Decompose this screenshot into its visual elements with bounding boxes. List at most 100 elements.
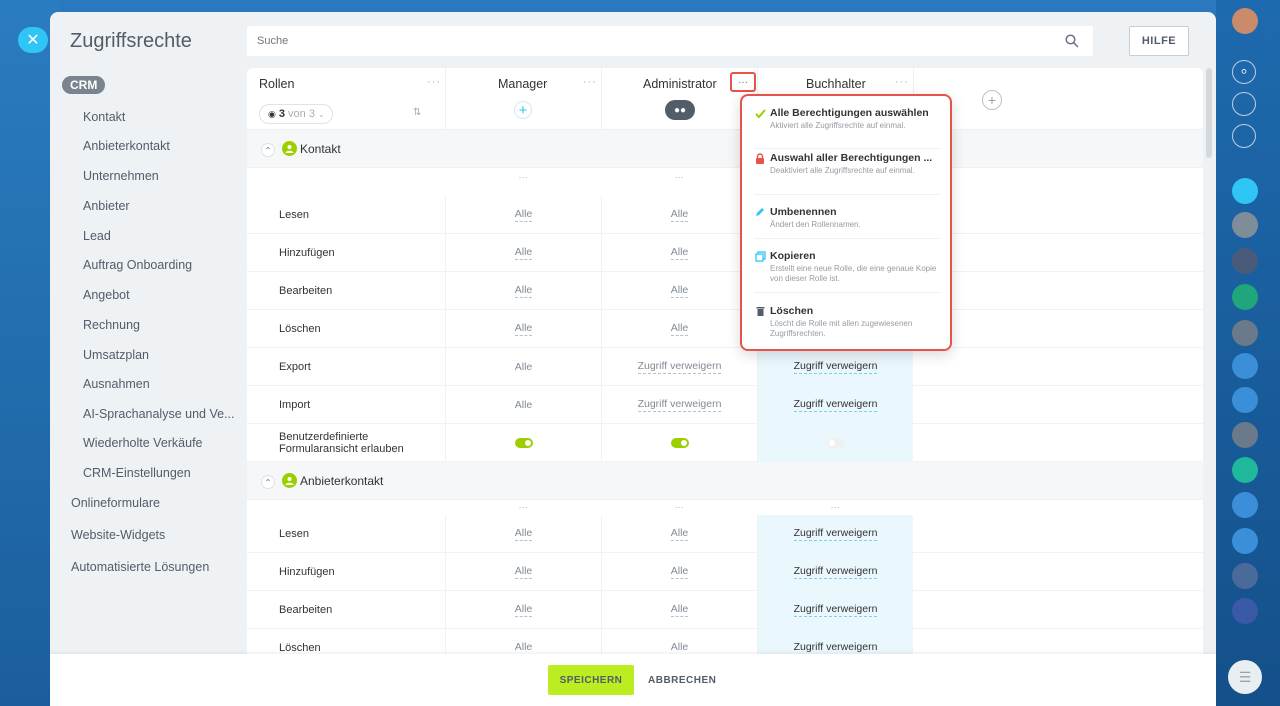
sidebar-item-website-widgets[interactable]: Website-Widgets	[71, 528, 165, 542]
search-chat-icon[interactable]	[1232, 124, 1256, 148]
chat-avatar[interactable]	[1232, 320, 1258, 346]
manager-section-dots[interactable]: ···	[445, 172, 601, 182]
permission-cell[interactable]: Zugriff verweigern	[757, 348, 913, 386]
sidebar-item-kontakt[interactable]: Kontakt	[83, 110, 125, 124]
table-row: Import Alle Zugriff verweigern Zugriff v…	[247, 386, 1203, 424]
permission-cell[interactable]: Zugriff verweigern	[757, 386, 913, 424]
buchhalter-section-dots[interactable]: ···	[757, 502, 913, 512]
close-icon[interactable]: ✕	[18, 27, 48, 53]
chat-avatar[interactable]	[1232, 353, 1258, 379]
administrator-menu-dots[interactable]: ···	[730, 72, 756, 92]
manager-menu-dots[interactable]: ···	[583, 76, 597, 88]
sidebar-item-auftrag-onboarding[interactable]: Auftrag Onboarding	[83, 258, 192, 272]
permission-cell[interactable]: Alle	[601, 591, 757, 629]
chevron-up-icon[interactable]: ⌃	[261, 475, 275, 489]
permission-cell[interactable]: Alle	[601, 553, 757, 591]
sidebar-item-ausnahmen[interactable]: Ausnahmen	[83, 377, 150, 391]
permission-cell[interactable]: Alle	[445, 553, 601, 591]
sidebar-item-angebot[interactable]: Angebot	[83, 288, 130, 302]
chat-avatar[interactable]	[1232, 457, 1258, 483]
chat-avatar[interactable]	[1232, 563, 1258, 589]
permission-cell[interactable]: Alle	[445, 591, 601, 629]
chevron-up-icon[interactable]: ⌃	[261, 143, 275, 157]
permission-cell[interactable]: Alle	[445, 515, 601, 553]
sidebar-item-rechnung[interactable]: Rechnung	[83, 318, 140, 332]
menu-item-select-all[interactable]: Alle Berechtigungen auswählen Aktiviert …	[754, 107, 940, 139]
sort-icon[interactable]: ⇅	[413, 107, 421, 118]
role-column-administrator[interactable]: Administrator	[643, 77, 717, 91]
target-icon[interactable]	[1232, 92, 1256, 116]
permission-cell[interactable]: Alle	[445, 234, 601, 272]
sidebar-item-lead[interactable]: Lead	[83, 229, 111, 243]
menu-item-rename[interactable]: Umbenennen Ändert den Rollennamen.	[754, 206, 940, 230]
bell-icon[interactable]: ⚪	[1232, 60, 1256, 84]
permission-cell[interactable]: Alle	[601, 196, 757, 234]
chat-avatar[interactable]	[1232, 284, 1258, 310]
toggle-switch-on[interactable]	[670, 438, 689, 448]
permission-cell[interactable]: Alle	[601, 515, 757, 553]
chat-avatar[interactable]	[1232, 598, 1258, 624]
help-button[interactable]: HILFE	[1129, 26, 1189, 56]
lock-icon	[754, 152, 766, 164]
manager-section-dots[interactable]: ···	[445, 502, 601, 512]
sidebar-item-crm[interactable]: CRM	[62, 76, 106, 94]
user-avatar[interactable]	[1232, 8, 1258, 34]
cancel-button[interactable]: ABBRECHEN	[642, 665, 722, 695]
permission-cell[interactable]: Alle	[445, 310, 601, 348]
table-row: Export Alle Zugriff verweigern Zugriff v…	[247, 348, 1203, 386]
chat-avatar[interactable]	[1232, 178, 1258, 204]
permission-cell[interactable]: Zugriff verweigern	[757, 553, 913, 591]
sidebar-item-crm-einstellungen[interactable]: CRM-Einstellungen	[83, 466, 191, 480]
permission-cell[interactable]: Alle	[601, 234, 757, 272]
role-column-manager[interactable]: Manager	[498, 77, 547, 91]
search-input[interactable]	[247, 26, 1047, 56]
save-button[interactable]: SPEICHERN	[548, 665, 634, 695]
sidebar-item-unternehmen[interactable]: Unternehmen	[83, 169, 159, 183]
role-column-buchhalter[interactable]: Buchhalter	[806, 77, 866, 91]
role-count-selector[interactable]: ◉ 3 von 3 ⌄	[259, 104, 333, 124]
search-icon[interactable]	[1065, 34, 1079, 48]
table-row: Benutzerdefinierte Formularansicht erlau…	[247, 424, 1203, 462]
menu-item-deselect-all[interactable]: Auswahl aller Berechtigungen ... Deaktiv…	[754, 152, 940, 186]
chat-avatar[interactable]	[1232, 387, 1258, 413]
permission-cell[interactable]: Alle	[445, 272, 601, 310]
roles-menu-dots[interactable]: ···	[427, 76, 441, 88]
add-member-button[interactable]: +	[514, 101, 532, 119]
chat-avatar[interactable]	[1232, 492, 1258, 518]
permission-label: Hinzufügen	[279, 247, 335, 259]
chat-avatar[interactable]	[1232, 422, 1258, 448]
chat-avatar[interactable]	[1232, 212, 1258, 238]
table-row: Bearbeiten Alle Alle Zugriff verweigern	[247, 591, 1203, 629]
menu-item-description: Erstellt eine neue Rolle, die eine genau…	[770, 264, 937, 283]
sidebar-item-anbieterkontakt[interactable]: Anbieterkontakt	[83, 139, 170, 153]
toggle-switch-off[interactable]	[826, 438, 845, 448]
sidebar-item-onlineformulare[interactable]: Onlineformulare	[71, 496, 160, 510]
permission-cell[interactable]: Zugriff verweigern	[757, 515, 913, 553]
toggle-switch-on[interactable]	[514, 438, 533, 448]
sidebar-item-wiederholte-verkaeufe[interactable]: Wiederholte Verkäufe	[83, 436, 203, 450]
sidebar-item-ai-sprachanalyse[interactable]: AI-Sprachanalyse und Ve...	[83, 407, 234, 421]
buchhalter-menu-dots[interactable]: ···	[895, 76, 909, 88]
permission-cell[interactable]: Zugriff verweigern	[601, 386, 757, 424]
permission-cell[interactable]: Alle	[445, 386, 601, 424]
member-avatars[interactable]: ●●	[665, 100, 695, 120]
sidebar-item-umsatzplan[interactable]: Umsatzplan	[83, 348, 149, 362]
permission-cell[interactable]: Zugriff verweigern	[757, 591, 913, 629]
permission-cell[interactable]: Alle	[601, 310, 757, 348]
add-role-button[interactable]: +	[982, 90, 1002, 110]
permission-cell[interactable]: Zugriff verweigern	[601, 348, 757, 386]
table-row: Löschen Alle Alle	[247, 310, 1203, 348]
permission-cell[interactable]: Alle	[601, 272, 757, 310]
sidebar-item-anbieter[interactable]: Anbieter	[83, 199, 130, 213]
scrollbar[interactable]	[1206, 68, 1212, 158]
sidebar-item-automatisierte-loesungen[interactable]: Automatisierte Lösungen	[71, 560, 209, 574]
menu-item-copy[interactable]: Kopieren Erstellt eine neue Rolle, die e…	[754, 250, 940, 283]
administrator-section-dots[interactable]: ···	[601, 502, 757, 512]
permission-cell[interactable]: Alle	[445, 196, 601, 234]
chat-avatar[interactable]	[1232, 528, 1258, 554]
menu-icon[interactable]: ☰	[1228, 660, 1262, 694]
permission-cell[interactable]: Alle	[445, 348, 601, 386]
menu-item-delete[interactable]: Löschen Löscht die Rolle mit allen zugew…	[754, 305, 940, 338]
chat-avatar[interactable]	[1232, 248, 1258, 274]
administrator-section-dots[interactable]: ···	[601, 172, 757, 182]
